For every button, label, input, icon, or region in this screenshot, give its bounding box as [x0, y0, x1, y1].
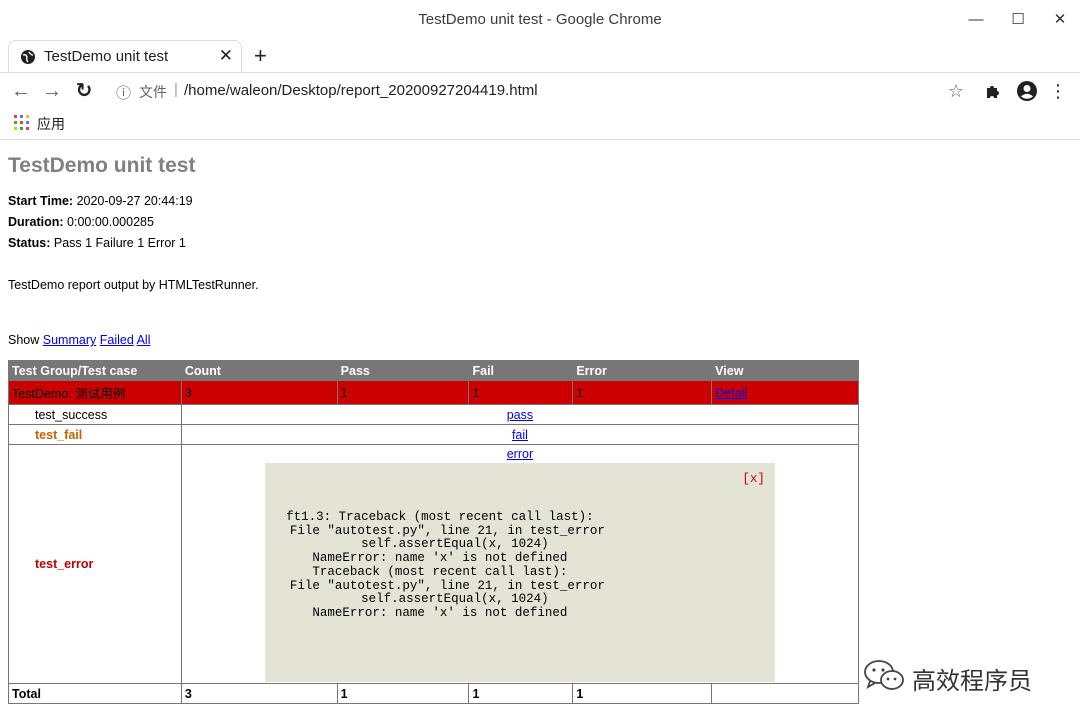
- result-table: Test Group/Test case Count Pass Fail Err…: [8, 360, 860, 704]
- tab-testdemo[interactable]: TestDemo unit test ✕: [8, 40, 242, 72]
- status-value: Pass 1 Failure 1 Error 1: [53, 236, 186, 250]
- traceback-text: ft1.3: Traceback (most recent call last)…: [286, 510, 605, 620]
- total-count: 3: [180, 683, 338, 704]
- case-result-cell: fail: [180, 424, 860, 445]
- header-error: Error: [572, 360, 713, 381]
- minimize-button[interactable]: —: [966, 10, 986, 30]
- report-description: TestDemo report output by HTMLTestRunner…: [8, 278, 259, 292]
- watermark-text: 高效程序员: [912, 668, 1032, 695]
- table-row: test_error error [x] ft1.3: Traceback (m…: [8, 444, 860, 684]
- browser-toolbar: ← → ↻ ⓘ 文件 | /home/waleon/Desktop/report…: [0, 72, 1080, 108]
- duration-label: Duration:: [8, 215, 64, 229]
- start-time-label: Start Time:: [8, 194, 74, 208]
- header-pass: Pass: [336, 360, 470, 381]
- group-name: TestDemo: 测试用例: [8, 380, 182, 405]
- total-pass: 1: [336, 683, 470, 704]
- total-label: Total: [8, 683, 182, 704]
- bookmark-star-icon[interactable]: ☆: [944, 79, 968, 103]
- group-count: 3: [180, 380, 338, 405]
- failed-link[interactable]: Failed: [100, 333, 134, 347]
- new-tab-button[interactable]: +: [254, 43, 267, 69]
- header-view: View: [711, 360, 859, 381]
- table-row: test_fail fail: [8, 424, 860, 445]
- duration-row: Duration: 0:00:00.000285: [8, 215, 154, 229]
- site-info-icon[interactable]: ⓘ: [116, 82, 131, 103]
- all-link[interactable]: All: [137, 333, 151, 347]
- close-window-button[interactable]: ✕: [1050, 10, 1070, 30]
- pass-link[interactable]: pass: [507, 408, 533, 422]
- globe-icon: [21, 50, 35, 64]
- duration-value: 0:00:00.000285: [67, 215, 154, 229]
- detail-link[interactable]: Detail: [715, 386, 747, 400]
- back-icon[interactable]: ←: [9, 79, 33, 103]
- address-bar[interactable]: /home/waleon/Desktop/report_202009272044…: [184, 82, 538, 99]
- chrome-menu-icon[interactable]: ⋮: [1046, 79, 1070, 103]
- case-result-cell: error [x] ft1.3: Traceback (most recent …: [180, 444, 860, 684]
- header-count: Count: [180, 360, 338, 381]
- status-label: Status:: [8, 236, 51, 250]
- table-row: test_success pass: [8, 404, 860, 425]
- group-pass: 1: [336, 380, 470, 405]
- window-title: TestDemo unit test - Google Chrome: [418, 11, 662, 28]
- extensions-puzzle-icon[interactable]: [983, 81, 1003, 101]
- tab-title: TestDemo unit test: [44, 48, 169, 65]
- start-time-value: 2020-09-27 20:44:19: [76, 194, 193, 208]
- bookmarks-bar: 应用: [0, 108, 1080, 140]
- case-name-success: test_success: [8, 404, 182, 425]
- traceback-popup: [x] ft1.3: Traceback (most recent call l…: [264, 463, 775, 682]
- apps-bookmark-label[interactable]: 应用: [37, 114, 65, 134]
- fail-link[interactable]: fail: [512, 428, 528, 442]
- maximize-button[interactable]: ☐: [1008, 10, 1028, 30]
- profile-avatar-icon[interactable]: [1016, 80, 1038, 102]
- window-titlebar: TestDemo unit test - Google Chrome — ☐ ✕: [0, 0, 1080, 40]
- table-header-row: Test Group/Test case Count Pass Fail Err…: [8, 360, 859, 381]
- report-title: TestDemo unit test: [8, 154, 196, 177]
- address-separator: |: [174, 81, 178, 98]
- show-label: Show: [8, 333, 40, 347]
- header-test-group: Test Group/Test case: [8, 360, 182, 381]
- forward-icon[interactable]: →: [40, 79, 64, 103]
- case-name-fail: test_fail: [8, 424, 182, 445]
- group-row: TestDemo: 测试用例 3 1 1 1 Detail: [8, 380, 859, 405]
- tab-close-icon[interactable]: ✕: [219, 46, 233, 66]
- summary-link[interactable]: Summary: [43, 333, 96, 347]
- report-page: TestDemo unit test Start Time: 2020-09-2…: [0, 140, 1080, 724]
- start-time-row: Start Time: 2020-09-27 20:44:19: [8, 194, 193, 208]
- reload-icon[interactable]: ↻: [72, 79, 96, 103]
- group-error: 1: [572, 380, 713, 405]
- total-view: [711, 683, 859, 704]
- show-filter: Show Summary Failed All: [8, 333, 150, 347]
- apps-grid-icon[interactable]: [14, 115, 29, 130]
- group-fail: 1: [468, 380, 574, 405]
- case-result-cell: pass: [180, 404, 860, 425]
- header-fail: Fail: [468, 360, 574, 381]
- error-link[interactable]: error: [182, 447, 858, 461]
- status-row: Status: Pass 1 Failure 1 Error 1: [8, 236, 186, 250]
- case-name-error: test_error: [8, 444, 182, 684]
- tab-strip: TestDemo unit test ✕ +: [0, 40, 1080, 72]
- wechat-icon: [864, 660, 904, 690]
- security-label[interactable]: 文件: [139, 82, 167, 102]
- group-view: Detail: [711, 380, 859, 405]
- total-error: 1: [572, 683, 713, 704]
- total-row: Total 3 1 1 1: [8, 683, 859, 704]
- total-fail: 1: [468, 683, 574, 704]
- popup-close-link[interactable]: [x]: [742, 472, 765, 486]
